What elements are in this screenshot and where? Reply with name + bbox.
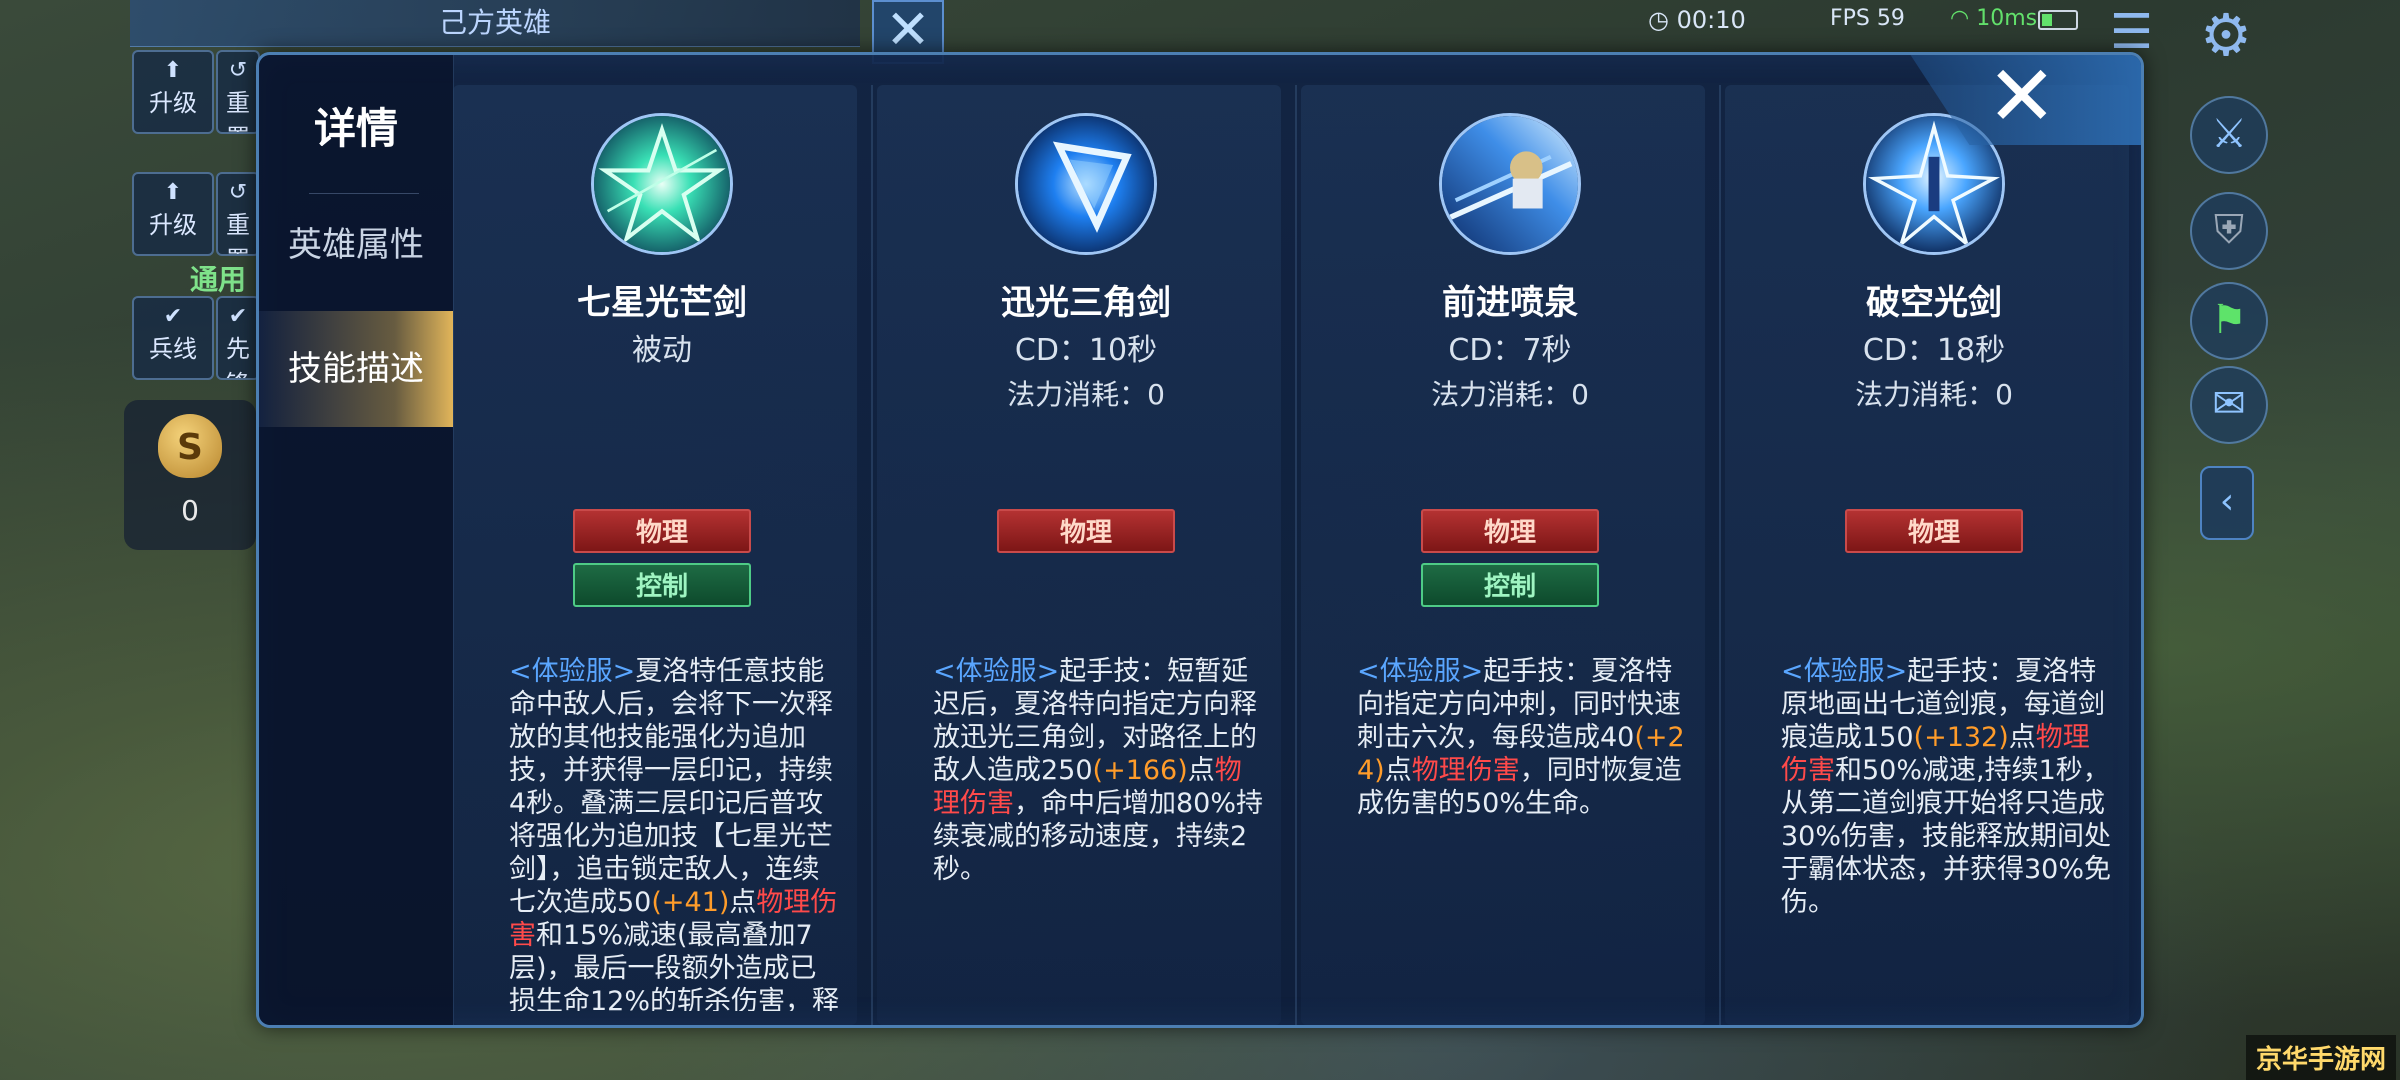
skill-description: <体验服>夏洛特任意技能命中敌人后，会将下一次释放的其他技能强化为追加技，并获得… bbox=[509, 655, 841, 1011]
clock-icon: ◷ bbox=[1648, 6, 1669, 34]
description-text: 和15%减速(最高叠加7层)，最后一段额外造成已损生命12%的斩杀伤害，释放期间… bbox=[509, 920, 840, 1011]
description-text: 点 bbox=[1187, 755, 1215, 786]
skill-type: 被动 bbox=[632, 333, 692, 368]
control-tag: 控制 bbox=[573, 563, 751, 607]
reset-icon: ↺ bbox=[228, 180, 248, 205]
skill-name: 七星光芒剑 bbox=[577, 283, 747, 323]
watermark: 京华手游网 bbox=[2245, 1035, 2396, 1080]
check-icon: ✔ bbox=[228, 304, 248, 329]
skill-card: 迅光三角剑 CD：10秒 法力消耗：0 物理 <体验服>起手技：短暂延迟后，夏洛… bbox=[877, 85, 1281, 1025]
mana-cost: 法力消耗：0 bbox=[1855, 378, 2013, 411]
button-label: 升级 bbox=[149, 89, 197, 117]
tab-hero-attributes[interactable]: 英雄属性 bbox=[259, 187, 453, 303]
reset-icon: ↺ bbox=[228, 58, 248, 83]
skill-columns: 七星光芒剑 被动 物理 控制 <体验服>夏洛特任意技能命中敌人后，会将下一次释放… bbox=[453, 85, 2141, 1025]
server-tag: <体验服> bbox=[1357, 656, 1484, 687]
fps-readout: FPS 59 bbox=[1830, 6, 1905, 31]
skill-description: <体验服>起手技：夏洛特原地画出七道剑痕，每道剑痕造成150(+132)点物理伤… bbox=[1781, 655, 2113, 1011]
panel-sidebar: 详情 英雄属性 技能描述 bbox=[259, 55, 454, 1025]
timer-value: 00:10 bbox=[1676, 6, 1746, 34]
gold-counter: S 0 bbox=[124, 400, 256, 550]
collapse-arrow-icon[interactable]: ‹ bbox=[2200, 466, 2254, 540]
physical-tag: 物理 bbox=[1845, 509, 2023, 553]
server-tag: <体验服> bbox=[509, 656, 636, 687]
mana-cost: 法力消耗：0 bbox=[1431, 378, 1589, 411]
description-text: 点 bbox=[729, 887, 757, 918]
skill-name: 前进喷泉 bbox=[1442, 283, 1578, 323]
reset-button[interactable]: ↺ 重置 bbox=[216, 50, 260, 134]
check-icon: ✔ bbox=[163, 304, 183, 329]
physical-tag: 物理 bbox=[997, 509, 1175, 553]
level-up-button[interactable]: ⬆ 升级 bbox=[132, 50, 214, 134]
skill-card: 七星光芒剑 被动 物理 控制 <体验服>夏洛特任意技能命中敌人后，会将下一次释放… bbox=[453, 85, 857, 1025]
wifi-icon: ◠ bbox=[1950, 6, 1970, 31]
ping-value: 10ms bbox=[1976, 6, 2038, 31]
bonus-value: (+166) bbox=[1092, 755, 1188, 786]
panel-title: 详情 bbox=[313, 104, 398, 153]
dash-strike-skill-icon bbox=[1439, 113, 1581, 255]
skill-card: 破空光剑 CD：18秒 法力消耗：0 物理 <体验服>起手技：夏洛特原地画出七道… bbox=[1725, 85, 2129, 1025]
chat-icon[interactable]: ✉ bbox=[2190, 366, 2268, 444]
skill-description: <体验服>起手技：短暂延迟后，夏洛特向指定方向释放迅光三角剑，对路径上的敌人造成… bbox=[933, 655, 1265, 1011]
menu-icon[interactable]: ☰ bbox=[2110, 8, 2153, 56]
up-arrow-icon: ⬆ bbox=[163, 58, 183, 83]
skill-name: 迅光三角剑 bbox=[1001, 283, 1171, 323]
general-label: 通用 bbox=[190, 263, 247, 296]
bonus-value: (+132) bbox=[1913, 722, 2009, 753]
skill-card: 前进喷泉 CD：7秒 法力消耗：0 物理 控制 <体验服>起手技：夏洛特向指定方… bbox=[1301, 85, 1705, 1025]
vanguard-toggle-button[interactable]: ✔ 先锋 bbox=[216, 296, 260, 380]
money-bag-icon: S bbox=[158, 414, 222, 478]
triangle-blade-skill-icon bbox=[1015, 113, 1157, 255]
description-text: 夏洛特任意技能命中敌人后，会将下一次释放的其他技能强化为追加技，并获得一层印记，… bbox=[509, 656, 833, 918]
skill-cooldown: CD：7秒 bbox=[1448, 333, 1572, 368]
description-text: 点 bbox=[1384, 755, 1412, 786]
match-timer: ◷ 00:10 bbox=[1648, 6, 1746, 34]
star-burst-skill-icon bbox=[591, 113, 733, 255]
button-label: 重置 bbox=[226, 211, 250, 254]
gold-amount: 0 bbox=[181, 494, 199, 527]
button-label: 重置 bbox=[226, 89, 250, 132]
button-label: 先锋 bbox=[226, 335, 250, 378]
physical-tag: 物理 bbox=[573, 509, 751, 553]
ping-readout: ◠ 10ms bbox=[1950, 6, 2037, 31]
bonus-value: (+41) bbox=[651, 887, 730, 918]
physical-tag: 物理 bbox=[1421, 509, 1599, 553]
skill-cooldown: CD：18秒 bbox=[1862, 333, 2006, 368]
shield-icon[interactable]: ⛨ bbox=[2190, 192, 2268, 270]
up-arrow-icon: ⬆ bbox=[163, 180, 183, 205]
reset-button[interactable]: ↺ 重置 bbox=[216, 172, 260, 256]
skill-name: 破空光剑 bbox=[1866, 283, 2002, 323]
server-tag: <体验服> bbox=[933, 656, 1060, 687]
close-icon: ✕ bbox=[1986, 52, 2057, 145]
server-tag: <体验服> bbox=[1781, 656, 1908, 687]
team-title: 己方英雄 bbox=[130, 0, 860, 47]
gear-icon[interactable]: ⚙ bbox=[2200, 6, 2252, 64]
level-up-button[interactable]: ⬆ 升级 bbox=[132, 172, 214, 256]
button-label: 兵线 bbox=[149, 335, 197, 363]
flag-icon[interactable]: ⚑ bbox=[2190, 282, 2268, 360]
control-tag: 控制 bbox=[1421, 563, 1599, 607]
column-divider bbox=[1295, 85, 1297, 1025]
skill-cooldown: CD：10秒 bbox=[1014, 333, 1158, 368]
damage-type: 物理伤害 bbox=[1411, 755, 1520, 786]
battery-icon bbox=[2038, 10, 2078, 30]
tab-skill-description[interactable]: 技能描述 bbox=[259, 311, 453, 427]
button-label: 升级 bbox=[149, 211, 197, 239]
description-text: 点 bbox=[2008, 722, 2036, 753]
skill-description: <体验服>起手技：夏洛特向指定方向冲刺，同时快速刺击六次，每段造成40(+24)… bbox=[1357, 655, 1689, 1011]
mana-cost: 法力消耗：0 bbox=[1007, 378, 1165, 411]
column-divider bbox=[871, 85, 873, 1025]
column-divider bbox=[1719, 85, 1721, 1025]
minion-toggle-button[interactable]: ✔ 兵线 bbox=[132, 296, 214, 380]
attack-mode-icon[interactable]: ⚔ bbox=[2190, 96, 2268, 174]
skill-detail-panel: 详情 英雄属性 技能描述 七星光芒剑 被动 物理 控制 <体验服>夏洛特任意技能… bbox=[256, 52, 2144, 1028]
